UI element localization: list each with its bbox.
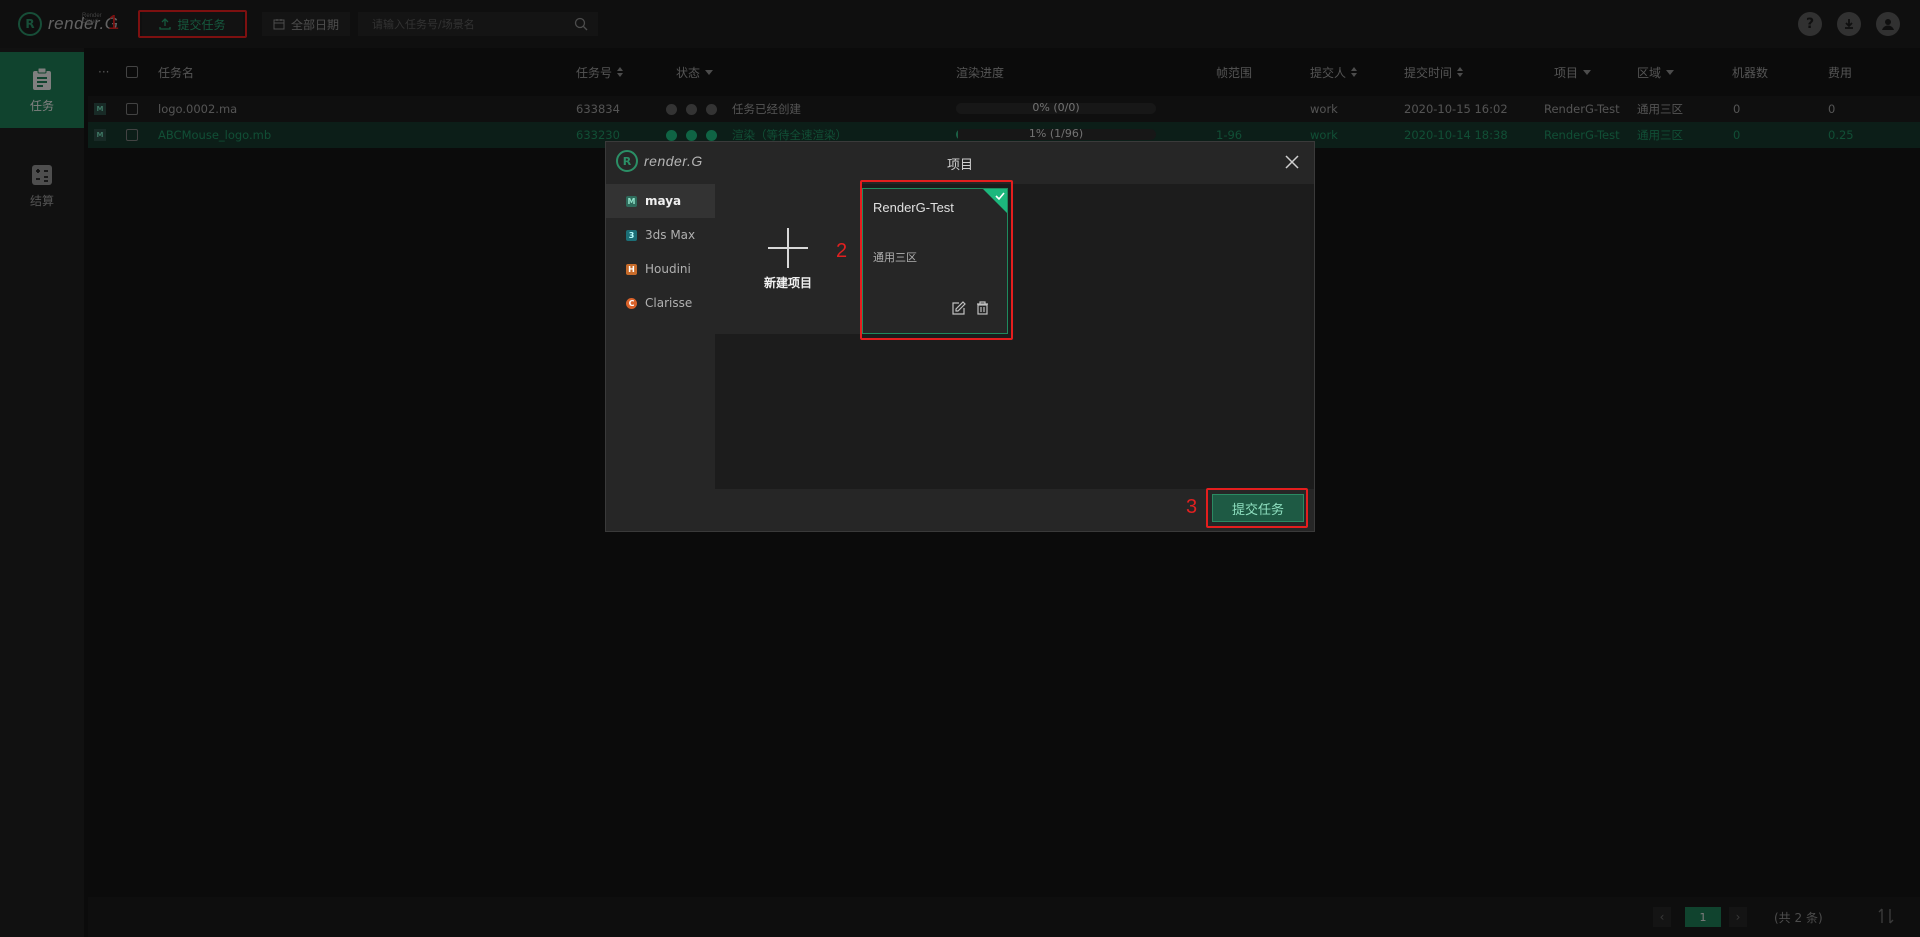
dialog-header: R render.G 项目: [606, 142, 1314, 184]
plus-icon: [768, 227, 808, 268]
dialog-title: 项目: [946, 158, 973, 173]
annotation-3: 3: [1186, 496, 1198, 518]
maya-icon: M: [626, 195, 637, 207]
dialog-submit-button[interactable]: 提交任务: [1212, 494, 1304, 522]
software-item-clarisse[interactable]: C Clarisse: [606, 286, 715, 320]
clarisse-icon: C: [626, 297, 637, 309]
houdini-icon: H: [626, 263, 637, 275]
software-item-3dsmax[interactable]: 3 3ds Max: [606, 218, 715, 252]
software-label: maya: [645, 194, 682, 208]
software-item-houdini[interactable]: H Houdini: [606, 252, 715, 286]
software-item-maya[interactable]: M maya: [606, 184, 715, 218]
annotation-box-2: [860, 180, 1013, 340]
3dsmax-icon: 3: [626, 229, 637, 241]
software-label: Clarisse: [645, 296, 693, 310]
software-label: 3ds Max: [645, 228, 696, 242]
new-project-label: 新建项目: [763, 275, 812, 290]
software-list: M maya 3 3ds Max H Houdini C Clarisse: [606, 184, 715, 531]
annotation-2: 2: [836, 240, 848, 262]
close-icon[interactable]: [1284, 154, 1300, 170]
project-grid: 新建项目 RenderG-Test 通用三区: [715, 184, 1314, 531]
software-label: Houdini: [645, 262, 691, 276]
